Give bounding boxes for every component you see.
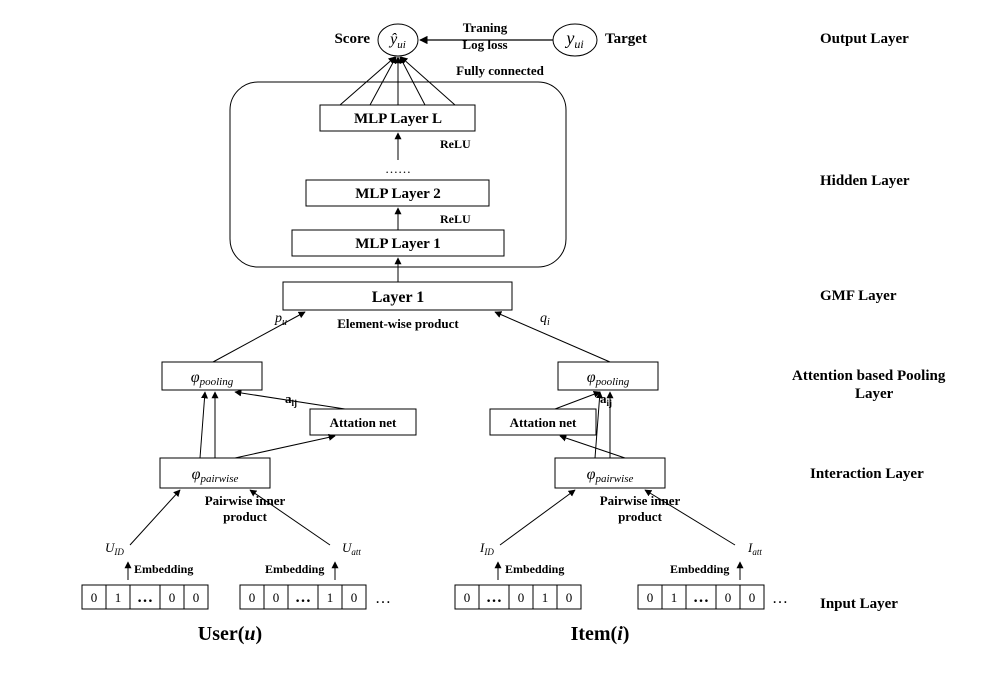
embed-label-iid: Embedding bbox=[505, 562, 564, 576]
svg-text:0: 0 bbox=[273, 590, 280, 605]
user-attation-net-text: Attation net bbox=[330, 415, 397, 430]
svg-text:…: … bbox=[693, 589, 709, 606]
item-label: Item(i) bbox=[571, 623, 630, 645]
svg-text:0: 0 bbox=[169, 590, 176, 605]
svg-text:1: 1 bbox=[327, 590, 334, 605]
pair-to-attnet-i bbox=[560, 436, 625, 458]
svg-text:0: 0 bbox=[749, 590, 756, 605]
mlp-layer-2-text: MLP Layer 2 bbox=[355, 186, 441, 202]
gmf-layer-label: GMF Layer bbox=[820, 288, 897, 304]
score-label: Score bbox=[334, 31, 370, 47]
dots-text: …… bbox=[385, 161, 411, 176]
input-layer-label: Input Layer bbox=[820, 596, 898, 612]
relu-label-1: ReLU bbox=[440, 137, 471, 151]
svg-text:0: 0 bbox=[725, 590, 732, 605]
item-pip-2: product bbox=[618, 509, 662, 524]
iatt-label: Iatt bbox=[747, 540, 762, 557]
mlp-to-score-line bbox=[401, 57, 455, 105]
svg-text:0: 0 bbox=[193, 590, 200, 605]
svg-text:0: 0 bbox=[518, 590, 525, 605]
svg-text:0: 0 bbox=[464, 590, 471, 605]
mlp-layer-1-text: MLP Layer 1 bbox=[355, 236, 441, 252]
attnet-to-pool-i bbox=[555, 392, 600, 409]
uatt-dots: … bbox=[375, 590, 391, 607]
iatt-dots: … bbox=[772, 590, 788, 607]
pair-to-attnet-u bbox=[235, 436, 335, 458]
pool-i-to-gmf-arrow bbox=[495, 312, 610, 362]
iid-to-pair bbox=[500, 490, 575, 545]
mlp-to-score-line bbox=[370, 57, 396, 105]
uid-to-pair bbox=[130, 490, 180, 545]
iatt-vector: 0 1 … 0 0 bbox=[638, 585, 764, 609]
svg-text:0: 0 bbox=[351, 590, 358, 605]
svg-text:0: 0 bbox=[91, 590, 98, 605]
pair-to-pool-u bbox=[200, 392, 205, 458]
svg-text:0: 0 bbox=[566, 590, 573, 605]
svg-text:…: … bbox=[486, 589, 502, 606]
mlp-to-score-line bbox=[400, 57, 425, 105]
svg-text:0: 0 bbox=[647, 590, 654, 605]
ewp-label: Element-wise product bbox=[337, 316, 459, 331]
pool-u-to-gmf-arrow bbox=[213, 312, 305, 362]
svg-text:1: 1 bbox=[671, 590, 678, 605]
mlp-to-score-line bbox=[340, 57, 395, 105]
svg-text:1: 1 bbox=[115, 590, 122, 605]
user-label: User(u) bbox=[198, 623, 262, 645]
svg-text:…: … bbox=[295, 589, 311, 606]
svg-text:…: … bbox=[137, 589, 153, 606]
uatt-vector: 0 0 … 1 0 bbox=[240, 585, 366, 609]
attention-layer-label-2: Layer bbox=[855, 386, 894, 402]
embed-label-iatt: Embedding bbox=[670, 562, 729, 576]
uatt-label: Uatt bbox=[342, 540, 361, 557]
target-symbol: yui bbox=[564, 28, 583, 51]
qi-label: qi bbox=[540, 311, 550, 328]
logloss-text: Log loss bbox=[462, 37, 507, 52]
architecture-diagram: ŷui Score yui Target Traning Log loss Fu… bbox=[0, 0, 998, 678]
iid-label: IID bbox=[479, 540, 494, 557]
item-attation-net-text: Attation net bbox=[510, 415, 577, 430]
output-layer-label: Output Layer bbox=[820, 31, 909, 47]
embed-label-uid: Embedding bbox=[134, 562, 193, 576]
mlp-layer-L-text: MLP Layer L bbox=[354, 111, 442, 127]
uid-vector: 0 1 … 0 0 bbox=[82, 585, 208, 609]
fully-connected-label: Fully connected bbox=[456, 63, 545, 78]
attention-layer-label-1: Attention based Pooling bbox=[792, 368, 946, 384]
iid-vector: 0 … 0 1 0 bbox=[455, 585, 581, 609]
target-label: Target bbox=[605, 31, 647, 47]
score-symbol: ŷui bbox=[388, 31, 406, 51]
svg-text:0: 0 bbox=[249, 590, 256, 605]
relu-label-2: ReLU bbox=[440, 212, 471, 226]
item-pip-1: Pairwise inner bbox=[600, 493, 681, 508]
gmf-layer-text: Layer 1 bbox=[372, 289, 425, 306]
hidden-layer-label: Hidden Layer bbox=[820, 173, 910, 189]
interaction-layer-label: Interaction Layer bbox=[810, 466, 924, 482]
user-pip-2: product bbox=[223, 509, 267, 524]
svg-text:1: 1 bbox=[542, 590, 549, 605]
training-text: Traning bbox=[463, 20, 508, 35]
uid-label: UID bbox=[105, 540, 124, 557]
embed-label-uatt: Embedding bbox=[265, 562, 324, 576]
